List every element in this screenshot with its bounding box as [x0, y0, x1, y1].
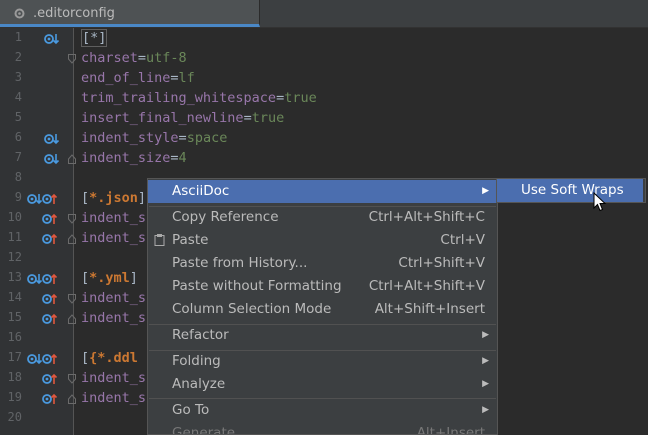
submenu-arrow-icon: ▶	[482, 330, 489, 340]
code-line: [{*.ddl	[81, 350, 138, 366]
line-number: 12	[7, 250, 22, 264]
fold-end-icon[interactable]	[68, 154, 76, 164]
menu-item-analyze[interactable]: Analyze ▶	[148, 373, 497, 396]
fold-start-icon[interactable]	[68, 54, 76, 64]
code-line: insert_final_newline=true	[81, 110, 285, 126]
menu-item-refactor[interactable]: Refactor ▶	[148, 324, 497, 347]
line-number: 6	[14, 130, 22, 144]
menu-item-paste-without-formatting[interactable]: Paste without Formatting Ctrl+Alt+Shift+…	[148, 275, 497, 298]
fold-end-icon[interactable]	[68, 394, 76, 404]
line-number: 9	[14, 190, 22, 204]
line-number: 3	[14, 70, 22, 84]
submenu-arrow-icon: ▶	[482, 379, 489, 389]
overriding-up-icon[interactable]	[42, 392, 58, 406]
overriding-up-icon[interactable]	[42, 292, 58, 306]
overriding-up-icon[interactable]	[42, 272, 58, 286]
editor-context-menu: AsciiDoc ▶ Copy Reference Ctrl+Alt+Shift…	[147, 178, 498, 435]
overriding-up-icon[interactable]	[42, 352, 58, 366]
menu-item-paste[interactable]: Paste Ctrl+V	[148, 229, 497, 252]
code-line: indent_s	[81, 390, 147, 406]
line-number: 17	[7, 350, 22, 364]
menu-item-folding[interactable]: Folding ▶	[148, 350, 497, 373]
code-line: indent_size=4	[81, 150, 187, 166]
fold-start-icon[interactable]	[68, 374, 76, 384]
code-line: trim_trailing_whitespace=true	[81, 90, 317, 106]
line-number: 1	[14, 30, 22, 44]
line-number: 5	[14, 110, 22, 124]
asciidoc-submenu: Use Soft Wraps	[496, 178, 646, 203]
editor-gutter: 1 2 3 4 5 6 7 8 9 10 11 12 13 14 15 16 1…	[0, 28, 76, 435]
menu-item-generate[interactable]: Generate Alt+Insert	[148, 422, 497, 434]
overriding-up-icon[interactable]	[42, 312, 58, 326]
fold-start-icon[interactable]	[68, 294, 76, 304]
line-number: 19	[7, 390, 22, 404]
fold-start-icon[interactable]	[68, 214, 76, 224]
overridden-down-icon[interactable]	[44, 152, 60, 166]
code-line: indent_s	[81, 370, 147, 386]
overriding-up-icon[interactable]	[42, 212, 58, 226]
tab-label: .editorconfig	[33, 6, 115, 21]
line-number: 7	[14, 150, 22, 164]
code-line: indent_style=space	[81, 130, 228, 146]
menu-item-column-selection-mode[interactable]: Column Selection Mode Alt+Shift+Insert	[148, 298, 497, 321]
overridden-down-icon[interactable]	[27, 272, 43, 286]
overridden-down-icon[interactable]	[27, 352, 43, 366]
menu-item-go-to[interactable]: Go To ▶	[148, 399, 497, 422]
overriding-up-icon[interactable]	[42, 192, 58, 206]
overriding-up-icon[interactable]	[42, 232, 58, 246]
line-number: 16	[7, 330, 22, 344]
menu-item-asciidoc[interactable]: AsciiDoc ▶	[148, 180, 497, 203]
editor-tab-bar: .editorconfig	[0, 0, 648, 28]
overridden-down-icon[interactable]	[27, 192, 43, 206]
fold-end-icon[interactable]	[68, 314, 76, 324]
line-number: 4	[14, 90, 22, 104]
line-number: 18	[7, 370, 22, 384]
line-number: 2	[14, 50, 22, 64]
overridden-down-icon[interactable]	[44, 32, 60, 46]
menu-item-paste-from-history[interactable]: Paste from History... Ctrl+Shift+V	[148, 252, 497, 275]
code-line: indent_s	[81, 310, 147, 326]
line-number: 8	[14, 170, 22, 184]
overridden-down-icon[interactable]	[44, 132, 60, 146]
menu-item-use-soft-wraps[interactable]: Use Soft Wraps	[497, 179, 643, 202]
submenu-arrow-icon: ▶	[482, 356, 489, 366]
code-line: [*]	[81, 29, 108, 47]
clipboard-icon	[154, 234, 165, 246]
code-line: [*.json]	[81, 190, 147, 206]
line-number: 15	[7, 310, 22, 324]
tab-editorconfig[interactable]: .editorconfig	[0, 0, 260, 27]
line-number: 11	[7, 230, 22, 244]
submenu-arrow-icon: ▶	[482, 405, 489, 415]
submenu-arrow-icon: ▶	[482, 186, 489, 196]
line-number: 10	[7, 210, 22, 224]
code-line: indent_s	[81, 210, 147, 226]
gear-file-icon	[14, 8, 25, 19]
overriding-up-icon[interactable]	[42, 372, 58, 386]
code-line: indent_s	[81, 230, 147, 246]
menu-item-copy-reference[interactable]: Copy Reference Ctrl+Alt+Shift+C	[148, 206, 497, 229]
line-number: 20	[7, 410, 22, 424]
code-line: indent_s	[81, 290, 147, 306]
code-line: end_of_line=lf	[81, 70, 195, 86]
code-line: charset=utf-8	[81, 50, 187, 66]
line-number: 14	[7, 290, 22, 304]
mouse-pointer-icon	[593, 192, 607, 212]
code-line: [*.yml]	[81, 270, 138, 286]
line-number: 13	[7, 270, 22, 284]
fold-end-icon[interactable]	[68, 234, 76, 244]
